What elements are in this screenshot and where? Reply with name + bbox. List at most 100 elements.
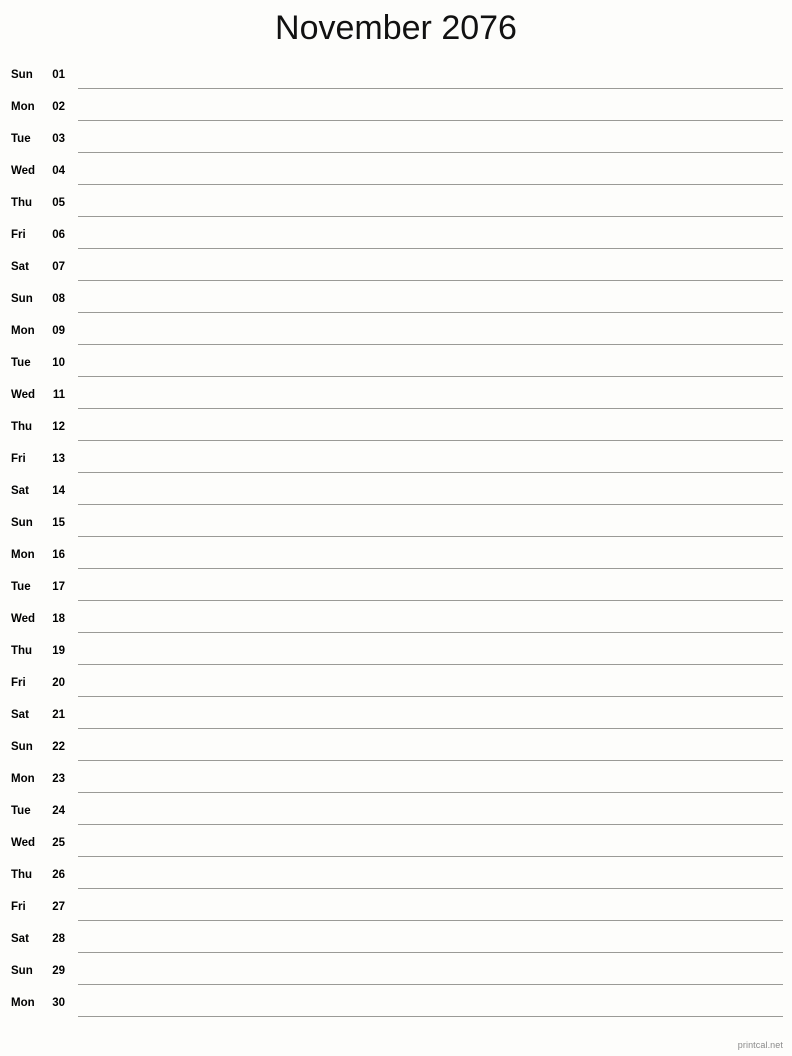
date-number: 23 [52, 773, 65, 785]
day-row[interactable]: Wed 11 [0, 380, 792, 412]
day-row[interactable]: Mon 02 [0, 92, 792, 124]
note-write-line[interactable] [78, 248, 783, 249]
weekday-label: Mon [11, 549, 35, 561]
note-write-line[interactable] [78, 152, 783, 153]
note-write-line[interactable] [78, 184, 783, 185]
note-write-line[interactable] [78, 312, 783, 313]
day-row[interactable]: Thu 05 [0, 188, 792, 220]
weekday-label: Tue [11, 133, 31, 145]
day-row[interactable]: Wed 25 [0, 828, 792, 860]
note-write-line[interactable] [78, 888, 783, 889]
day-row-content: Wed 11 [0, 380, 792, 412]
day-row-content: Sat 21 [0, 700, 792, 732]
note-write-line[interactable] [78, 792, 783, 793]
note-write-line[interactable] [78, 1016, 783, 1017]
weekday-label: Thu [11, 645, 33, 657]
note-write-line[interactable] [78, 920, 783, 921]
day-row[interactable]: Mon 16 [0, 540, 792, 572]
day-row-content: Sun 29 [0, 956, 792, 988]
day-row[interactable]: Sun 01 [0, 60, 792, 92]
note-write-line[interactable] [78, 664, 783, 665]
day-row[interactable]: Thu 19 [0, 636, 792, 668]
day-row[interactable]: Wed 04 [0, 156, 792, 188]
weekday-label: Thu [11, 869, 33, 881]
note-write-line[interactable] [78, 536, 783, 537]
day-row[interactable]: Sun 15 [0, 508, 792, 540]
weekday-label: Fri [11, 901, 26, 913]
date-number: 25 [52, 837, 65, 849]
weekday-label: Wed [11, 837, 36, 849]
weekday-label: Tue [11, 357, 31, 369]
day-row[interactable]: Fri 20 [0, 668, 792, 700]
day-row[interactable]: Fri 27 [0, 892, 792, 924]
day-row[interactable]: Sat 21 [0, 700, 792, 732]
date-number: 11 [52, 389, 65, 401]
date-number: 03 [52, 133, 65, 145]
day-row[interactable]: Wed 18 [0, 604, 792, 636]
note-write-line[interactable] [78, 824, 783, 825]
day-row[interactable]: Sat 14 [0, 476, 792, 508]
note-write-line[interactable] [78, 760, 783, 761]
date-number: 29 [52, 965, 65, 977]
note-write-line[interactable] [78, 216, 783, 217]
weekday-label: Wed [11, 389, 36, 401]
day-row-content: Tue 03 [0, 124, 792, 156]
day-row[interactable]: Tue 03 [0, 124, 792, 156]
day-row[interactable]: Mon 09 [0, 316, 792, 348]
note-write-line[interactable] [78, 472, 783, 473]
note-write-line[interactable] [78, 952, 783, 953]
day-row[interactable]: Tue 17 [0, 572, 792, 604]
day-row-content: Wed 18 [0, 604, 792, 636]
weekday-label: Thu [11, 197, 33, 209]
note-write-line[interactable] [78, 408, 783, 409]
day-row[interactable]: Sun 08 [0, 284, 792, 316]
date-number: 22 [52, 741, 65, 753]
day-row[interactable]: Sat 07 [0, 252, 792, 284]
day-row-content: Sat 28 [0, 924, 792, 956]
weekday-label: Fri [11, 677, 26, 689]
day-row[interactable]: Tue 10 [0, 348, 792, 380]
date-number: 13 [52, 453, 65, 465]
day-row[interactable]: Sun 22 [0, 732, 792, 764]
day-row[interactable]: Mon 23 [0, 764, 792, 796]
date-number: 05 [52, 197, 65, 209]
date-number: 20 [52, 677, 65, 689]
weekday-label: Sun [11, 517, 33, 529]
footer-credit: printcal.net [737, 1040, 783, 1050]
weekday-label: Sat [11, 933, 29, 945]
day-row[interactable]: Thu 12 [0, 412, 792, 444]
day-row[interactable]: Fri 13 [0, 444, 792, 476]
date-number: 04 [52, 165, 65, 177]
note-write-line[interactable] [78, 344, 783, 345]
day-row[interactable]: Sun 29 [0, 956, 792, 988]
day-row[interactable]: Sat 28 [0, 924, 792, 956]
day-row[interactable]: Thu 26 [0, 860, 792, 892]
day-row-content: Mon 23 [0, 764, 792, 796]
date-number: 07 [52, 261, 65, 273]
day-row[interactable]: Tue 24 [0, 796, 792, 828]
day-row[interactable]: Fri 06 [0, 220, 792, 252]
date-number: 02 [52, 101, 65, 113]
date-number: 12 [52, 421, 65, 433]
note-write-line[interactable] [78, 856, 783, 857]
note-write-line[interactable] [78, 120, 783, 121]
day-row[interactable]: Mon 30 [0, 988, 792, 1020]
day-row-content: Sun 22 [0, 732, 792, 764]
weekday-label: Sat [11, 261, 29, 273]
day-row-list: Sun 01 Mon 02 Tue 03 Wed 04 Thu 05 Fri 06 Sat 07 Sun 08… [0, 60, 792, 1020]
note-write-line[interactable] [78, 696, 783, 697]
note-write-line[interactable] [78, 728, 783, 729]
note-write-line[interactable] [78, 632, 783, 633]
weekday-label: Fri [11, 453, 26, 465]
note-write-line[interactable] [78, 88, 783, 89]
weekday-label: Fri [11, 229, 26, 241]
note-write-line[interactable] [78, 984, 783, 985]
note-write-line[interactable] [78, 600, 783, 601]
weekday-label: Sat [11, 709, 29, 721]
note-write-line[interactable] [78, 376, 783, 377]
note-write-line[interactable] [78, 280, 783, 281]
note-write-line[interactable] [78, 440, 783, 441]
day-row-content: Sun 15 [0, 508, 792, 540]
note-write-line[interactable] [78, 568, 783, 569]
note-write-line[interactable] [78, 504, 783, 505]
